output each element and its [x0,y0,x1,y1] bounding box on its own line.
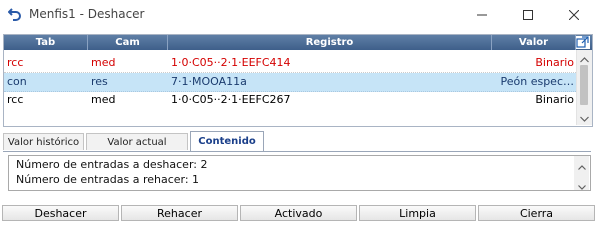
scroll-thumb[interactable] [580,65,588,105]
redo-count-text: Número de entradas a rehacer: 1 [16,173,200,186]
deshacer-button[interactable]: Deshacer [2,205,119,221]
action-button-bar: Deshacer Rehacer Activado Limpia Cierra [0,202,597,224]
title-bar: Menfis1 - Deshacer [0,0,597,30]
table-header: Tab Cam Registro Valor [4,35,592,50]
table-scrollbar[interactable] [576,50,592,125]
cell-registro: 1·0·C05··2·1·EEFC414 [171,56,291,69]
detail-tabs: Valor histórico Valor actual Contenido [3,131,593,151]
tab-valor-historico[interactable]: Valor histórico [3,133,84,150]
window-title: Menfis1 - Deshacer [29,7,145,21]
scroll-down-icon[interactable] [578,180,586,193]
cell-tab: rcc [7,93,24,106]
limpia-button[interactable]: Limpia [359,205,476,221]
cell-valor: Binario [535,56,574,69]
tab-divider [3,151,591,152]
column-header-cam[interactable]: Cam [88,35,168,50]
column-header-valor[interactable]: Valor [492,35,576,50]
table-row-selected[interactable]: con res 7·1·MOOA11a Peón espec… [4,73,576,92]
cell-registro: 7·1·MOOA11a [171,75,247,88]
cell-valor: Peón espec… [500,75,574,88]
cell-tab: rcc [7,56,24,69]
undo-entries-table: Tab Cam Registro Valor rcc med 1·0·C05··… [3,34,593,127]
column-chooser-icon[interactable] [576,36,590,49]
close-button[interactable] [551,0,597,30]
content-panel: Número de entradas a deshacer: 2 Número … [8,155,591,191]
tab-contenido[interactable]: Contenido [190,131,264,151]
cell-cam: res [91,75,108,88]
maximize-button[interactable] [505,0,551,30]
tab-valor-actual[interactable]: Valor actual [86,133,188,150]
cierra-button[interactable]: Cierra [478,205,595,221]
activado-button[interactable]: Activado [240,205,357,221]
column-header-tab[interactable]: Tab [4,35,88,50]
undo-arrow-icon [7,7,22,21]
table-row[interactable]: rcc med 1·0·C05··2·1·EEFC414 Binario [4,54,576,73]
undo-count-text: Número de entradas a deshacer: 2 [16,158,208,171]
cell-cam: med [91,56,116,69]
column-header-registro[interactable]: Registro [168,35,492,50]
scroll-up-icon[interactable] [578,160,586,173]
table-row[interactable]: rcc med 1·0·C05··2·1·EEFC267 Binario [4,91,576,109]
cell-tab: con [7,75,27,88]
rehacer-button[interactable]: Rehacer [121,205,238,221]
cell-cam: med [91,93,116,106]
scroll-down-icon[interactable] [580,112,589,125]
cell-registro: 1·0·C05··2·1·EEFC267 [171,93,291,106]
cell-valor: Binario [535,93,574,106]
minimize-button[interactable] [459,0,505,30]
content-scrollbar[interactable] [574,156,589,190]
